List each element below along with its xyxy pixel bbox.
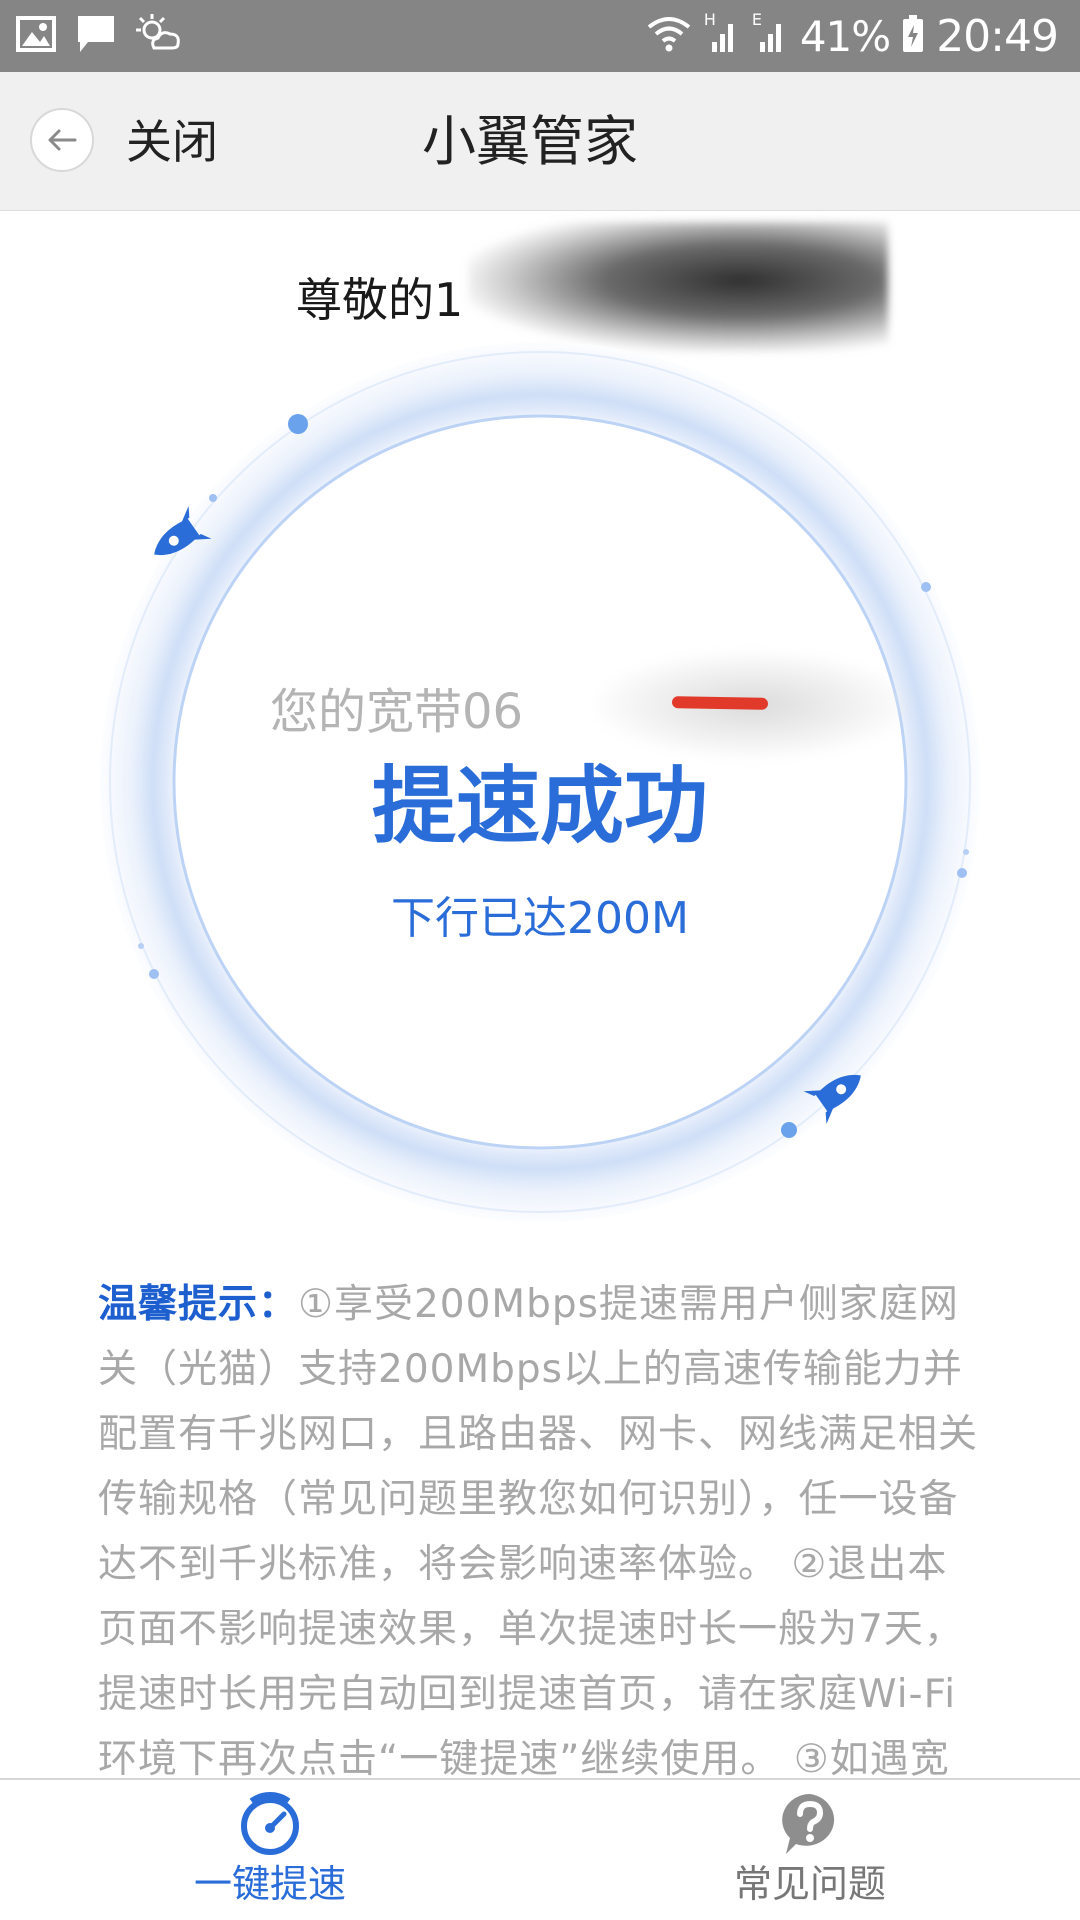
- nav-one-click-speedup[interactable]: 一键提速: [120, 1780, 420, 1920]
- bottom-nav: 一键提速 常见问题: [0, 1778, 1080, 1920]
- speed-ring: [100, 342, 980, 1222]
- tips-body: ①享受200Mbps提速需用户侧家庭网关（光猫）支持200Mbps以上的高速传输…: [98, 1282, 979, 1778]
- nav-label: 常见问题: [733, 1862, 886, 1906]
- dot-decor: [288, 414, 308, 434]
- downlink-speed: 下行已达200M: [391, 893, 689, 944]
- nav-label: 一键提速: [193, 1862, 346, 1906]
- speed-result-title: 提速成功: [371, 757, 708, 855]
- nav-faq[interactable]: 常见问题: [660, 1780, 960, 1920]
- speedometer-icon: [238, 1792, 302, 1856]
- question-icon: [778, 1792, 842, 1856]
- tips-label: 温馨提示：: [98, 1282, 299, 1327]
- broadband-intro: 您的宽带06: [270, 684, 524, 740]
- tips-text: 温馨提示：①享受200Mbps提速需用户侧家庭网关（光猫）支持200Mbps以上…: [98, 1272, 982, 1778]
- annotation-mark: [671, 696, 769, 710]
